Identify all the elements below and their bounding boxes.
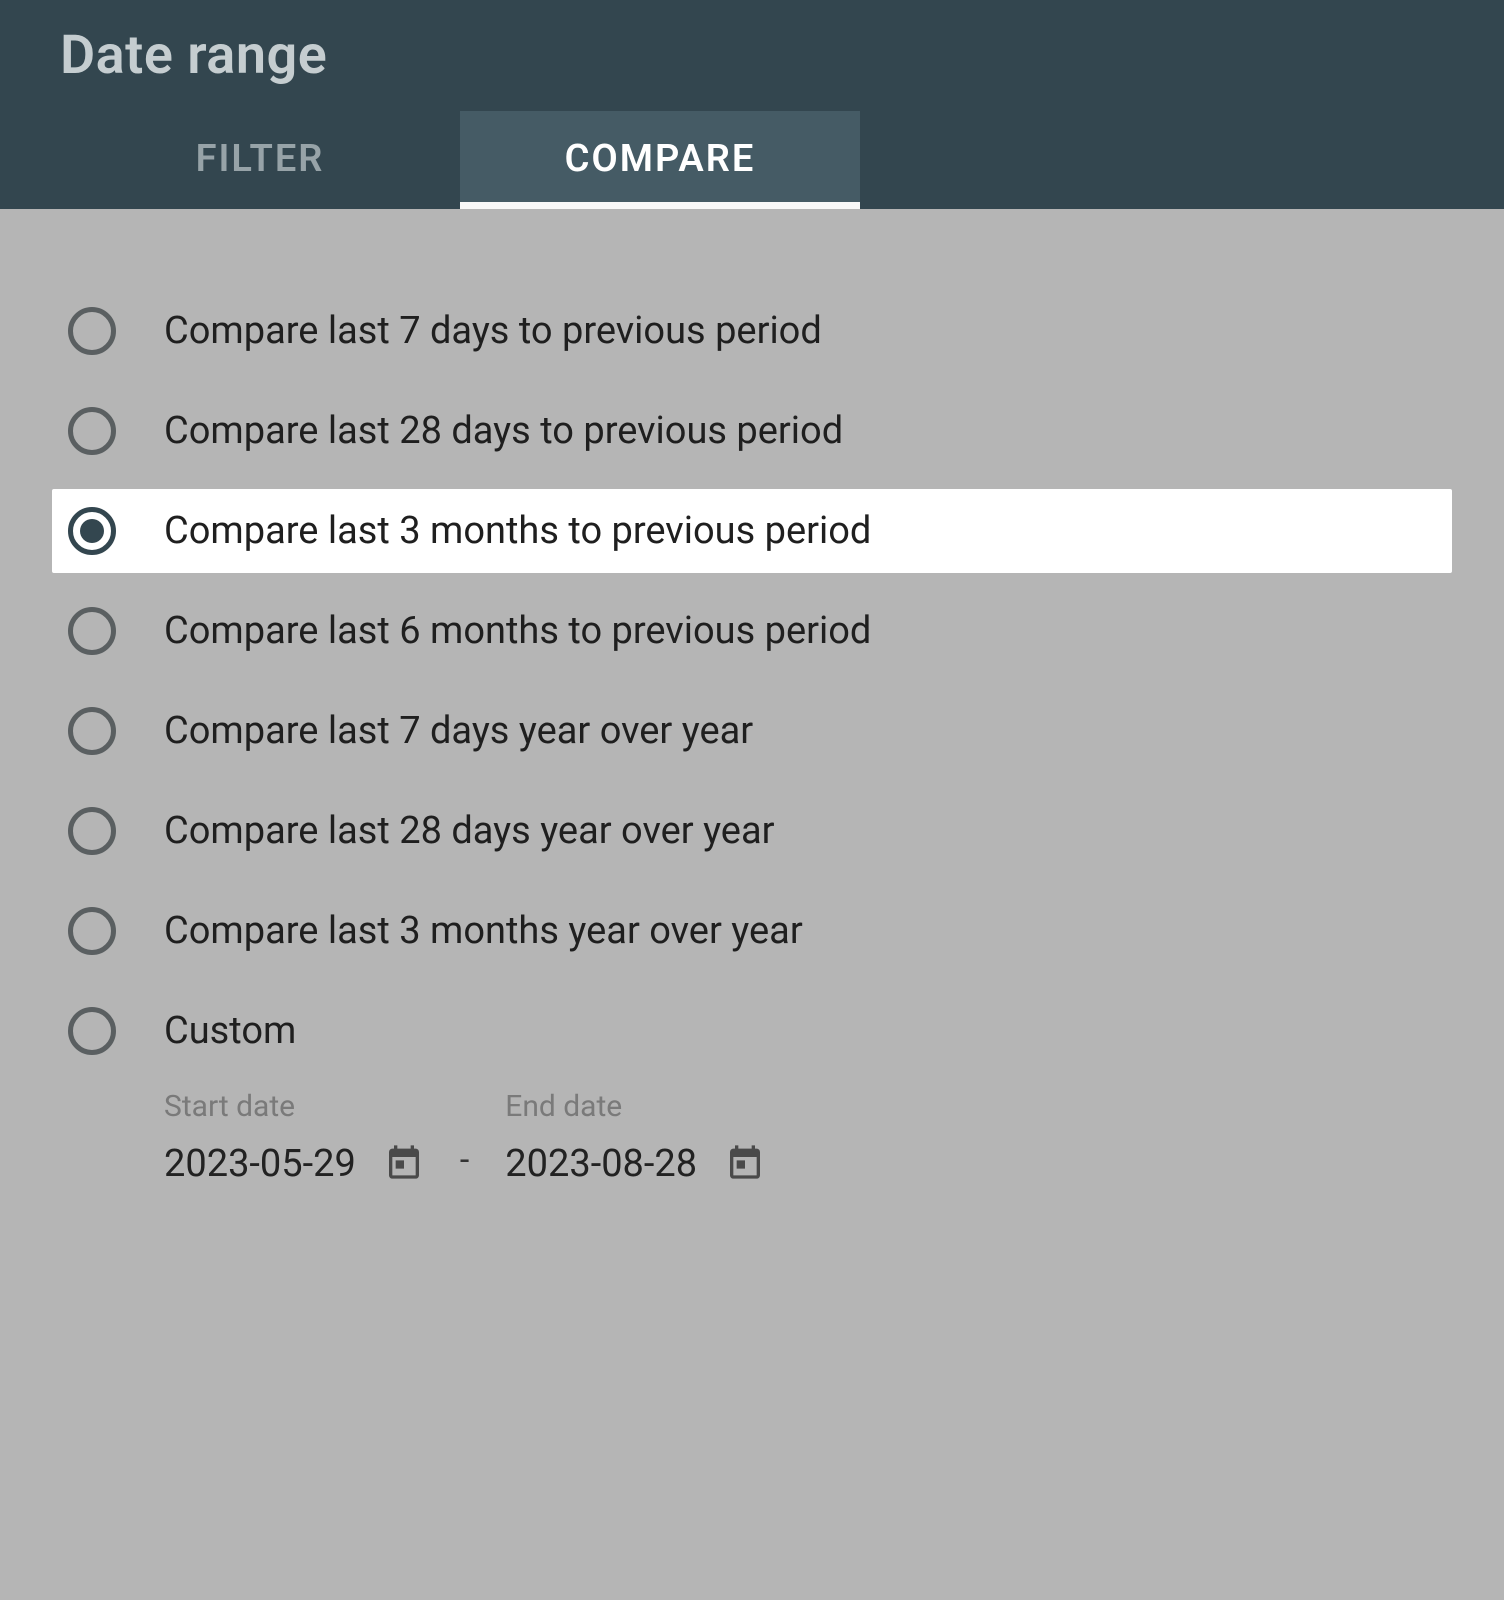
radio-label: Compare last 28 days year over year <box>164 809 775 853</box>
date-separator: - <box>452 1140 477 1186</box>
radio-icon <box>68 807 116 855</box>
radio-icon <box>68 1007 116 1055</box>
start-date-value[interactable]: 2023-05-29 <box>164 1142 356 1186</box>
radio-option-28days-prev[interactable]: Compare last 28 days to previous period <box>52 389 1452 473</box>
start-date-group: Start date 2023-05-29 <box>164 1089 424 1186</box>
radio-label: Compare last 3 months year over year <box>164 909 803 953</box>
radio-icon <box>68 307 116 355</box>
radio-icon <box>68 407 116 455</box>
radio-label: Compare last 3 months to previous period <box>164 509 871 553</box>
radio-icon <box>68 707 116 755</box>
radio-label: Compare last 28 days to previous period <box>164 409 843 453</box>
radio-option-3months-prev[interactable]: Compare last 3 months to previous period <box>52 489 1452 573</box>
end-date-group: End date 2023-08-28 <box>505 1089 765 1186</box>
tab-compare[interactable]: COMPARE <box>460 111 860 209</box>
radio-icon <box>68 607 116 655</box>
radio-option-7days-yoy[interactable]: Compare last 7 days year over year <box>52 689 1452 773</box>
header: Date range FILTER COMPARE <box>0 0 1504 209</box>
date-range-section: Start date 2023-05-29 - End date 2023-08… <box>52 1089 1452 1186</box>
calendar-icon[interactable] <box>384 1142 424 1182</box>
radio-option-3months-yoy[interactable]: Compare last 3 months year over year <box>52 889 1452 973</box>
tab-compare-label: COMPARE <box>565 137 756 181</box>
content-area: Compare last 7 days to previous period C… <box>0 209 1504 1226</box>
tabs-bar: FILTER COMPARE <box>60 111 1444 209</box>
end-date-label: End date <box>505 1089 765 1124</box>
start-date-label: Start date <box>164 1089 424 1124</box>
radio-label: Compare last 7 days year over year <box>164 709 753 753</box>
radio-icon <box>68 907 116 955</box>
calendar-icon[interactable] <box>725 1142 765 1182</box>
radio-option-6months-prev[interactable]: Compare last 6 months to previous period <box>52 589 1452 673</box>
panel-title: Date range <box>60 24 1444 107</box>
tab-filter-label: FILTER <box>196 137 325 181</box>
radio-option-7days-prev[interactable]: Compare last 7 days to previous period <box>52 289 1452 373</box>
radio-icon <box>68 507 116 555</box>
start-date-row: 2023-05-29 <box>164 1142 424 1186</box>
radio-label: Compare last 7 days to previous period <box>164 309 822 353</box>
radio-option-custom[interactable]: Custom <box>52 989 1452 1073</box>
radio-label: Custom <box>164 1009 296 1053</box>
radio-option-28days-yoy[interactable]: Compare last 28 days year over year <box>52 789 1452 873</box>
radio-label: Compare last 6 months to previous period <box>164 609 871 653</box>
tab-filter[interactable]: FILTER <box>60 111 460 209</box>
end-date-row: 2023-08-28 <box>505 1142 765 1186</box>
end-date-value[interactable]: 2023-08-28 <box>505 1142 697 1186</box>
